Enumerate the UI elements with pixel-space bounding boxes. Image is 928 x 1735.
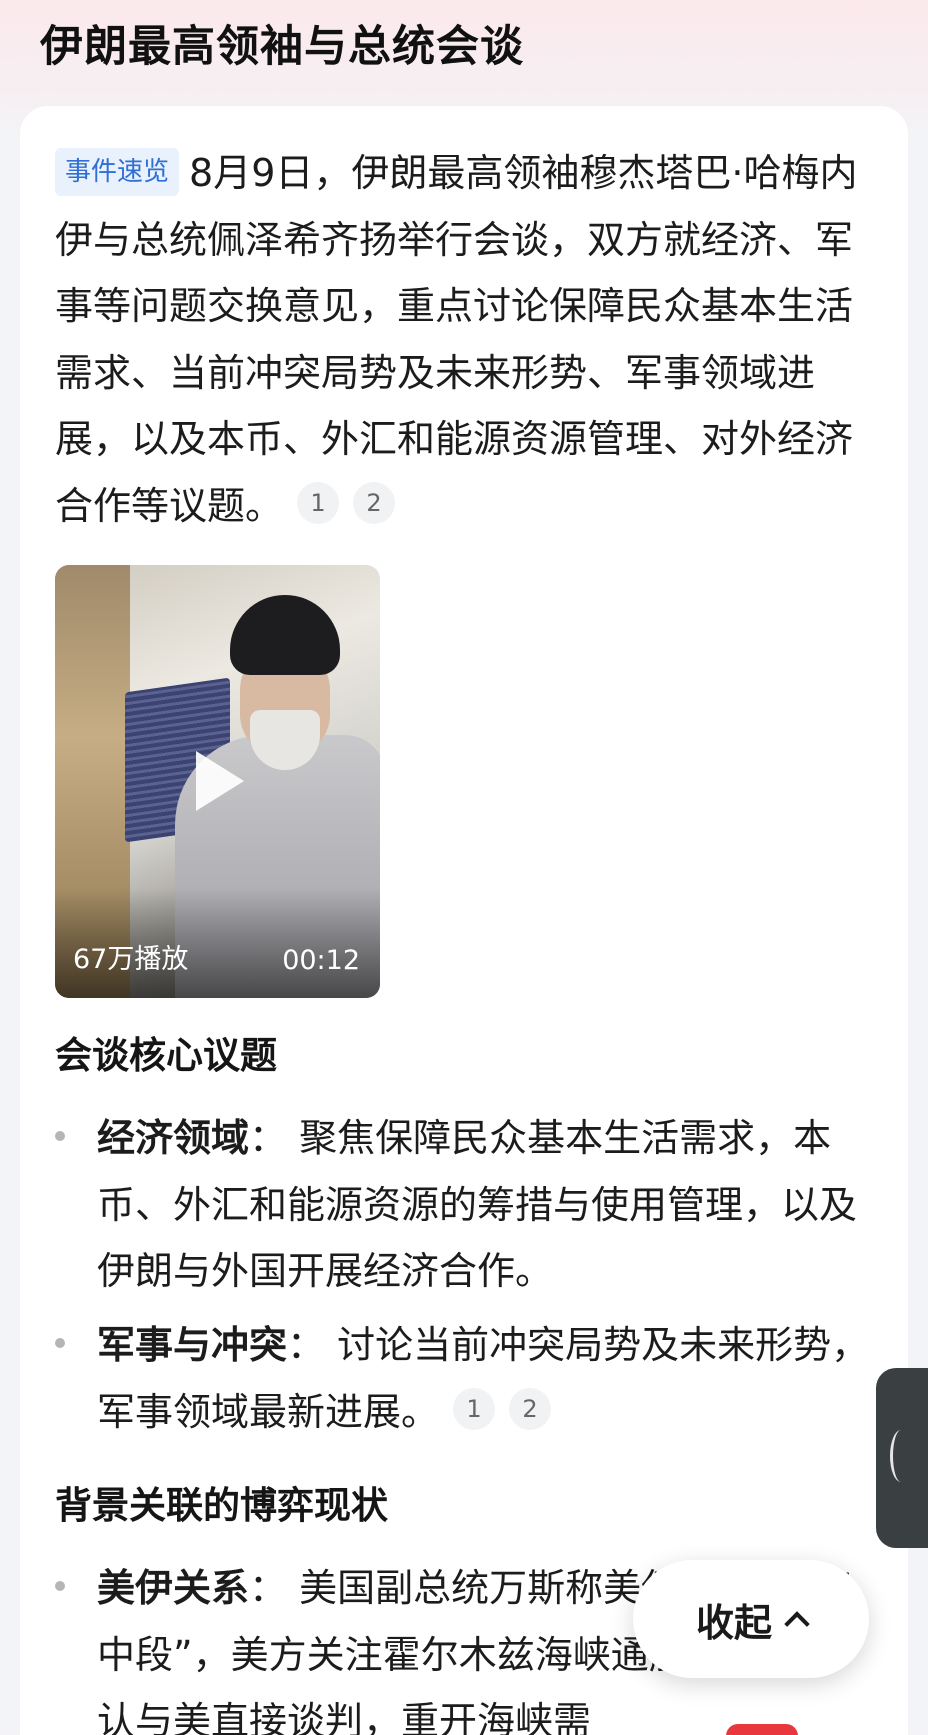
list-item: 军事与冲突： 讨论当前冲突局势及未来形势，军事领域最新进展。 1 2 [55, 1312, 870, 1445]
bullet-dot [55, 1131, 65, 1141]
video-thumbnail[interactable]: 67万播放 00:12 [55, 565, 380, 998]
bullet-separator: ： [249, 1116, 288, 1160]
bullet-dot [55, 1338, 65, 1348]
side-panel-tab[interactable] [876, 1368, 928, 1548]
chevron-up-icon [784, 1611, 810, 1637]
collapse-button-label: 收起 [695, 1600, 772, 1645]
bullet-term: 军事与冲突 [97, 1323, 288, 1367]
section-heading-core-topics: 会谈核心议题 [55, 1034, 277, 1077]
floating-action-tab[interactable] [726, 1724, 798, 1735]
citation-2[interactable]: 2 [353, 481, 396, 524]
video-view-count: 67万播放 [73, 944, 189, 975]
bullet-term: 经济领域 [97, 1116, 250, 1160]
page-title: 伊朗最高领袖与总统会谈 [40, 22, 524, 72]
collapse-button[interactable]: 收起 [633, 1560, 869, 1678]
citation-1[interactable]: 1 [297, 481, 340, 524]
video-frame-turban [230, 595, 340, 675]
play-icon[interactable] [196, 751, 244, 811]
bullet-term: 美伊关系 [97, 1566, 250, 1610]
bullet-separator: ： [287, 1323, 326, 1367]
section-heading-background: 背景关联的博弈现状 [55, 1484, 388, 1527]
bullet-dot [55, 1581, 65, 1591]
event-summary: 事件速览 8月9日，伊朗最高领袖穆杰塔巴·哈梅内伊与总统佩泽希齐扬举行会谈，双方就… [55, 140, 865, 539]
event-summary-text: 8月9日，伊朗最高领袖穆杰塔巴·哈梅内伊与总统佩泽希齐扬举行会谈，双方就经济、军… [55, 151, 858, 528]
event-summary-tag[interactable]: 事件速览 [55, 148, 180, 196]
video-duration: 00:12 [282, 945, 360, 976]
list-item: 经济领域： 聚焦保障民众基本生活需求，本币、外汇和能源资源的筹措与使用管理，以及… [55, 1105, 870, 1305]
citation-1[interactable]: 1 [453, 1387, 496, 1430]
chevron-left-icon [890, 1430, 912, 1482]
bullet-separator: ： [249, 1566, 288, 1610]
citation-2[interactable]: 2 [509, 1387, 552, 1430]
